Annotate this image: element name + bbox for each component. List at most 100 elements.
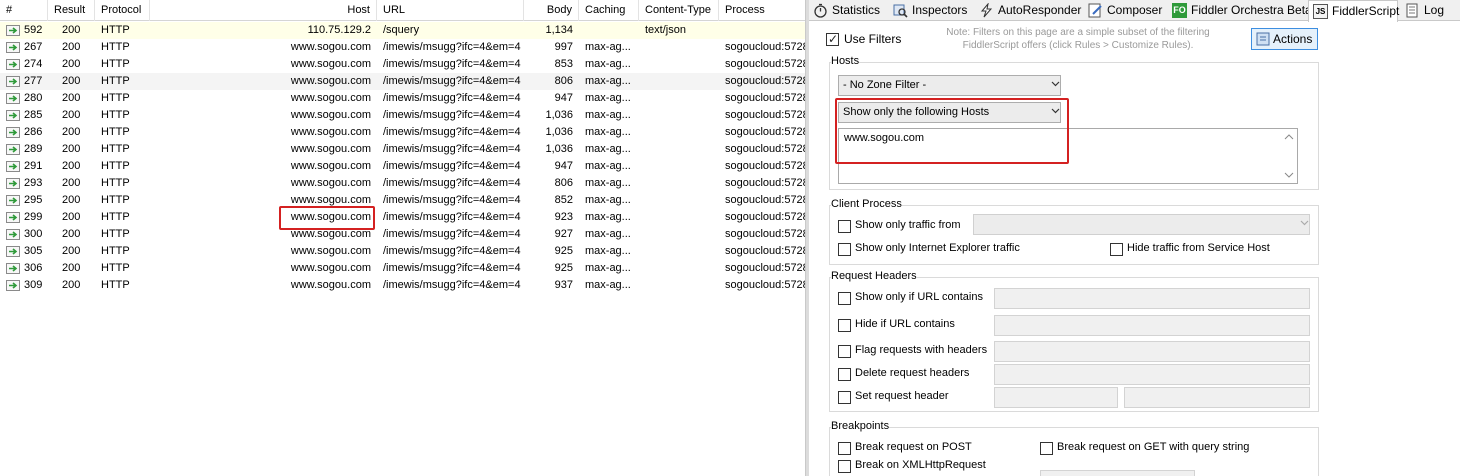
tab-log[interactable]: Log <box>1401 0 1449 21</box>
session-row[interactable]: 306 200 HTTP www.sogou.com/imewis/msugg?ifc… <box>0 260 805 277</box>
col-body[interactable]: Body <box>524 0 579 21</box>
col-content-type[interactable]: Content-Type <box>639 0 719 21</box>
session-row[interactable]: 309 200 HTTP www.sogou.com/imewis/msugg?ifc… <box>0 277 805 294</box>
cell-result: 200 <box>62 245 81 257</box>
tab-composer[interactable]: Composer <box>1084 0 1167 21</box>
cell-result: 200 <box>62 75 81 87</box>
col-url[interactable]: URL <box>377 0 524 21</box>
show-if-url-checkbox[interactable] <box>838 292 851 305</box>
cell-process: sogoucloud:5728 <box>725 92 805 104</box>
session-row[interactable]: 267 200 HTTP www.sogou.com/imewis/msugg?ifc… <box>0 39 805 56</box>
compose-icon <box>1088 3 1102 18</box>
sessions-list[interactable]: # Result Protocol Host URL Body Caching … <box>0 0 805 476</box>
flag-requests-input[interactable] <box>994 341 1310 362</box>
delete-headers-label: Delete request headers <box>855 367 970 379</box>
cell-protocol: HTTP <box>101 24 130 36</box>
set-header-checkbox[interactable] <box>838 391 851 404</box>
tab-fiddlerscript[interactable]: JS FiddlerScript <box>1308 0 1399 22</box>
tab-autoresponder[interactable]: AutoResponder <box>975 0 1081 21</box>
cell-caching: max-ag... <box>585 75 631 87</box>
cell-caching: max-ag... <box>585 126 631 138</box>
break-post-label: Break request on POST <box>855 441 972 453</box>
col-caching[interactable]: Caching <box>579 0 639 21</box>
session-row[interactable]: 291 200 HTTP www.sogou.com/imewis/msugg?ifc… <box>0 158 805 175</box>
session-row[interactable]: 285 200 HTTP www.sogou.com/imewis/msugg?ifc… <box>0 107 805 124</box>
tab-statistics[interactable]: Statistics <box>809 0 884 21</box>
cell-protocol: HTTP <box>101 41 130 53</box>
cell-id: 295 <box>24 194 43 206</box>
cell-url: /squery <box>383 24 420 36</box>
cell-body: 923 <box>554 211 573 223</box>
session-row[interactable]: 280 200 HTTP www.sogou.com/imewis/msugg?ifc… <box>0 90 805 107</box>
cell-id: 306 <box>24 262 43 274</box>
col-id[interactable]: # <box>0 0 48 21</box>
fiddler-window: # Result Protocol Host URL Body Caching … <box>0 0 1460 476</box>
cell-content-type <box>639 73 719 90</box>
session-row[interactable]: 299 200 HTTP www.sogou.com/imewis/msugg?ifc… <box>0 209 805 226</box>
cell-content-type <box>639 209 719 226</box>
cell-caching: max-ag... <box>585 177 631 189</box>
actions-button[interactable]: Actions <box>1251 28 1318 50</box>
session-row[interactable]: 277 200 HTTP www.sogou.com/imewis/msugg?ifc… <box>0 73 805 90</box>
set-header-name-input[interactable] <box>994 387 1118 408</box>
session-row[interactable]: 295 200 HTTP www.sogou.com/imewis/msugg?ifc… <box>0 192 805 209</box>
cell-body: 1,036 <box>545 126 573 138</box>
break-xhr-checkbox[interactable] <box>838 460 851 473</box>
cell-id: 299 <box>24 211 43 223</box>
session-row[interactable]: 274 200 HTTP www.sogou.com/imewis/msugg?ifc… <box>0 56 805 73</box>
cell-protocol: HTTP <box>101 92 130 104</box>
cell-id: 300 <box>24 228 43 240</box>
cell-caching: max-ag... <box>585 160 631 172</box>
cell-host: www.sogou.com <box>290 126 371 138</box>
col-process[interactable]: Process <box>719 0 805 21</box>
col-protocol[interactable]: Protocol <box>95 0 150 21</box>
col-result[interactable]: Result <box>48 0 95 21</box>
hide-service-host-checkbox[interactable] <box>1110 243 1123 256</box>
hide-if-url-checkbox[interactable] <box>838 319 851 332</box>
session-row[interactable]: 300 200 HTTP www.sogou.com/imewis/msugg?ifc… <box>0 226 805 243</box>
cell-protocol: HTTP <box>101 58 130 70</box>
delete-headers-checkbox[interactable] <box>838 368 851 381</box>
hide-if-url-input[interactable] <box>994 315 1310 336</box>
session-row[interactable]: 293 200 HTTP www.sogou.com/imewis/msugg?ifc… <box>0 175 805 192</box>
session-row[interactable]: 289 200 HTTP www.sogou.com/imewis/msugg?ifc… <box>0 141 805 158</box>
stopwatch-icon <box>814 3 827 18</box>
process-dropdown[interactable] <box>973 214 1310 235</box>
cell-result: 200 <box>62 24 81 36</box>
cell-protocol: HTTP <box>101 245 130 257</box>
show-only-ie-checkbox[interactable] <box>838 243 851 256</box>
col-host[interactable]: Host <box>150 0 377 21</box>
cell-protocol: HTTP <box>101 143 130 155</box>
session-row[interactable]: 286 200 HTTP www.sogou.com/imewis/msugg?ifc… <box>0 124 805 141</box>
flag-requests-checkbox[interactable] <box>838 345 851 358</box>
cell-id: 274 <box>24 58 43 70</box>
show-only-traffic-from-checkbox[interactable] <box>838 220 851 233</box>
break-get-query-checkbox[interactable] <box>1040 442 1053 455</box>
session-row[interactable]: 305 200 HTTP www.sogou.com/imewis/msugg?ifc… <box>0 243 805 260</box>
cell-host: www.sogou.com <box>290 262 371 274</box>
textarea-scrollbar[interactable] <box>1282 130 1296 182</box>
break-post-checkbox[interactable] <box>838 442 851 455</box>
tab-fiddler-orchestra[interactable]: FO Fiddler Orchestra Beta <box>1168 0 1312 21</box>
cell-result: 200 <box>62 160 81 172</box>
set-header-value-input[interactable] <box>1124 387 1310 408</box>
cell-id: 305 <box>24 245 43 257</box>
cell-process: sogoucloud:5728 <box>725 245 805 257</box>
breakpoint-response-dropdown[interactable] <box>1040 470 1195 476</box>
cell-body: 852 <box>554 194 573 206</box>
flag-requests-label: Flag requests with headers <box>855 344 988 356</box>
cell-content-type <box>639 158 719 175</box>
cell-body: 947 <box>554 92 573 104</box>
cell-id: 309 <box>24 279 43 291</box>
tab-label: Fiddler Orchestra Beta <box>1191 3 1312 17</box>
show-if-url-input[interactable] <box>994 288 1310 309</box>
tab-inspectors[interactable]: Inspectors <box>889 0 971 21</box>
zone-filter-dropdown[interactable]: - No Zone Filter - <box>838 75 1061 96</box>
tab-label: Composer <box>1107 3 1163 17</box>
cell-caching: max-ag... <box>585 92 631 104</box>
cell-protocol: HTTP <box>101 194 130 206</box>
cell-body: 927 <box>554 228 573 240</box>
use-filters-checkbox[interactable] <box>826 32 839 46</box>
delete-headers-input[interactable] <box>994 364 1310 385</box>
session-row[interactable]: 592 200 HTTP 110.75.129.2/squery 1,134 text/j… <box>0 22 805 39</box>
